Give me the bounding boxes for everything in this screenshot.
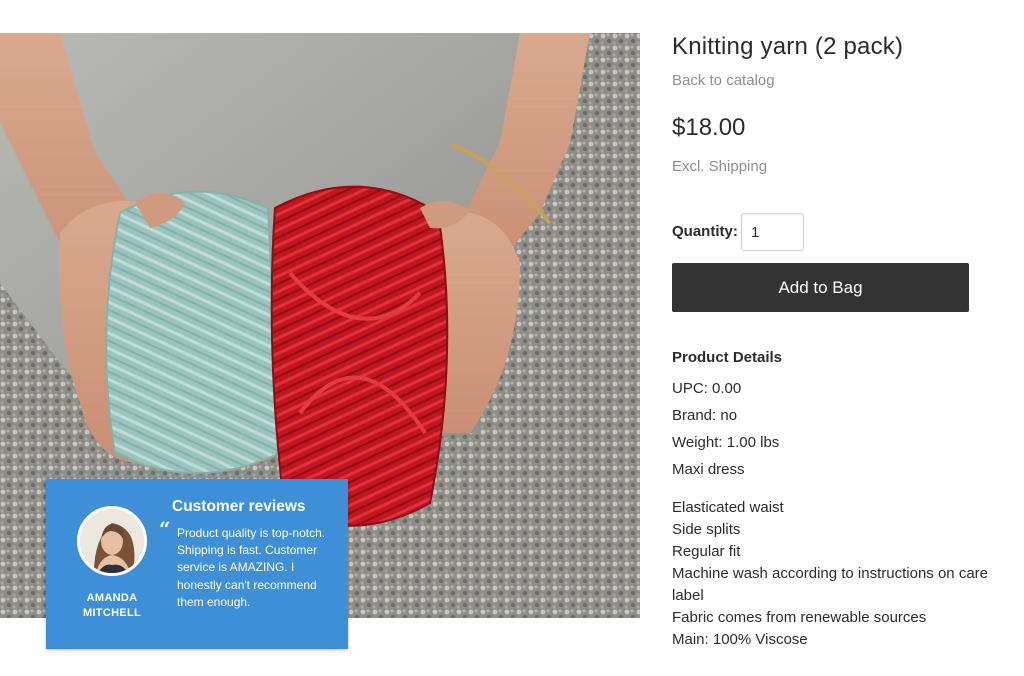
product-details-heading: Product Details <box>672 349 783 366</box>
product-description-list: Elasticated waist Side splits Regular fi… <box>672 497 1017 651</box>
description-item: Elasticated waist <box>672 499 784 516</box>
reviewer-avatar <box>77 506 147 576</box>
reviewer-first-name: AMANDA <box>86 592 138 604</box>
spec-type: Maxi dress <box>672 461 745 478</box>
review-text: Product quality is top-notch. Shipping i… <box>177 526 326 609</box>
description-item: Side splits <box>672 521 741 538</box>
product-price: $18.00 <box>672 114 746 141</box>
quantity-label: Quantity: <box>672 223 738 240</box>
description-item: Machine wash according to instructions o… <box>672 565 988 604</box>
product-title: Knitting yarn (2 pack) <box>672 33 904 60</box>
description-item: Main: 100% Viscose <box>672 631 808 648</box>
description-item: Regular fit <box>672 543 741 560</box>
reviewer-name: AMANDA MITCHELL <box>66 591 158 621</box>
spec-brand: Brand: no <box>672 407 738 424</box>
quantity-input[interactable] <box>741 213 804 251</box>
product-spec-list: UPC: 0.00 Brand: no Weight: 1.00 lbs Max… <box>672 375 779 483</box>
reviews-title: Customer reviews <box>172 498 306 515</box>
spec-upc: UPC: 0.00 <box>672 380 742 397</box>
add-to-bag-button[interactable]: Add to Bag <box>672 263 969 312</box>
shipping-note: Excl. Shipping <box>672 158 768 175</box>
back-to-catalog-link[interactable]: Back to catalog <box>672 72 775 89</box>
description-item: Fabric comes from renewable sources <box>672 609 927 626</box>
reviewer-last-name: MITCHELL <box>82 607 141 619</box>
spec-weight: Weight: 1.00 lbs <box>672 434 780 451</box>
customer-review-card: AMANDA MITCHELL Customer reviews “ Produ… <box>46 479 348 649</box>
quote-icon: “ <box>159 517 171 541</box>
